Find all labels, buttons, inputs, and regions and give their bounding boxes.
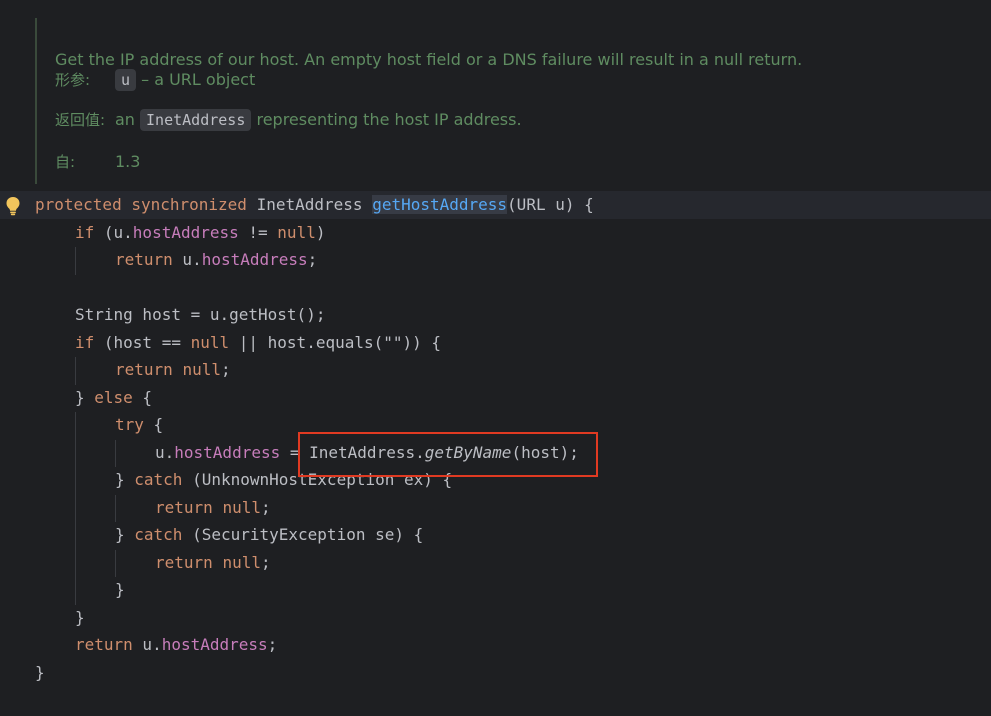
keyword: if xyxy=(75,223,95,242)
code-line-7[interactable]: } else { xyxy=(75,384,152,411)
code-text: (SecurityException se) { xyxy=(182,525,424,544)
code-text: ; xyxy=(267,635,278,654)
keyword: null xyxy=(222,498,261,517)
javadoc-return-label: 返回值: xyxy=(55,111,106,129)
code-text: (URL u) { xyxy=(507,195,594,214)
javadoc-param-row: 形参: u – a URL object xyxy=(55,69,255,91)
keyword: if xyxy=(75,333,95,352)
indent-guide xyxy=(115,495,116,522)
code-text: u. xyxy=(172,250,202,269)
field-name: hostAddress xyxy=(132,223,239,242)
code-text: u. xyxy=(132,635,162,654)
code-text: } xyxy=(75,388,95,407)
code-text: (UnknownHostException ex) { xyxy=(182,470,453,489)
javadoc-param-label: 形参: xyxy=(55,71,91,89)
keyword: return xyxy=(115,250,173,269)
javadoc-param-name: u xyxy=(115,69,137,91)
javadoc-return-prefix: an xyxy=(115,110,141,129)
code-text: } xyxy=(35,663,45,682)
code-editor[interactable]: Get the IP address of our host. An empty… xyxy=(0,0,991,716)
code-text: String host = u.getHost(); xyxy=(75,305,326,324)
code-line-9[interactable]: u.hostAddress = InetAddress.getByName(ho… xyxy=(155,439,579,466)
code-line-14[interactable]: } xyxy=(115,576,125,603)
code-line-5[interactable]: if (host == null || host.equals("")) { xyxy=(75,329,441,356)
javadoc-since-label: 自: xyxy=(55,153,76,171)
return-type: InetAddress xyxy=(256,195,363,214)
javadoc-description: Get the IP address of our host. An empty… xyxy=(55,50,803,69)
code-text: ; xyxy=(220,360,231,379)
javadoc-return-type: InetAddress xyxy=(140,109,252,131)
keyword: null xyxy=(222,553,261,572)
indent-guide xyxy=(75,357,76,385)
code-line-11[interactable]: return null; xyxy=(155,494,271,521)
method-name[interactable]: getHostAddress xyxy=(372,195,508,214)
code-text: u. xyxy=(155,443,175,462)
code-text: ; xyxy=(307,250,318,269)
keyword: return xyxy=(155,498,213,517)
code-line-3[interactable]: return u.hostAddress; xyxy=(115,246,317,273)
indent-guide xyxy=(75,412,76,605)
keyword: catch xyxy=(134,525,183,544)
javadoc-block: Get the IP address of our host. An empty… xyxy=(35,18,991,184)
javadoc-param-desc: – a URL object xyxy=(136,70,256,89)
keyword: try xyxy=(115,415,144,434)
keyword: return xyxy=(115,360,173,379)
code-line-4[interactable]: String host = u.getHost(); xyxy=(75,301,325,328)
code-text: (host == xyxy=(94,333,191,352)
keyword: synchronized xyxy=(131,195,247,214)
code-text: || host.equals("")) { xyxy=(229,333,442,352)
javadoc-since-value: 1.3 xyxy=(115,152,141,171)
code-text: } xyxy=(75,608,85,627)
code-line-17[interactable]: } xyxy=(35,659,45,686)
field-name: hostAddress xyxy=(174,443,281,462)
field-name: hostAddress xyxy=(201,250,308,269)
code-line-2[interactable]: if (u.hostAddress != null) xyxy=(75,219,325,246)
code-line-16[interactable]: return u.hostAddress; xyxy=(75,631,277,658)
code-text: = InetAddress. xyxy=(280,443,425,462)
keyword: catch xyxy=(134,470,183,489)
keyword: null xyxy=(190,333,230,352)
keyword: return xyxy=(75,635,133,654)
code-text: { xyxy=(143,415,164,434)
code-line-6[interactable]: return null; xyxy=(115,356,231,383)
lightbulb-icon[interactable] xyxy=(5,196,21,216)
keyword: else xyxy=(94,388,133,407)
code-line-12[interactable]: } catch (SecurityException se) { xyxy=(115,521,423,548)
keyword: null xyxy=(182,360,221,379)
code-text: } xyxy=(115,470,135,489)
code-line-1[interactable]: protected synchronized InetAddress getHo… xyxy=(35,191,594,218)
code-text: { xyxy=(132,388,153,407)
indent-guide xyxy=(115,550,116,577)
javadoc-return-desc: representing the host IP address. xyxy=(251,110,522,129)
code-line-15[interactable]: } xyxy=(75,604,85,631)
field-name: hostAddress xyxy=(161,635,268,654)
code-text: } xyxy=(115,580,125,599)
code-text: ; xyxy=(260,553,271,572)
javadoc-since-row: 自: 1.3 xyxy=(55,151,140,173)
keyword: return xyxy=(155,553,213,572)
code-text: (u. xyxy=(94,223,133,242)
indent-guide xyxy=(75,247,76,275)
code-line-10[interactable]: } catch (UnknownHostException ex) { xyxy=(115,466,452,493)
code-text: } xyxy=(115,525,135,544)
code-text: != xyxy=(238,223,278,242)
static-method-name: getByName xyxy=(424,443,512,462)
code-text: ; xyxy=(260,498,271,517)
code-line-13[interactable]: return null; xyxy=(155,549,271,576)
code-line-8[interactable]: try { xyxy=(115,411,163,438)
keyword: protected xyxy=(35,195,122,214)
javadoc-return-row: 返回值: an InetAddress representing the host… xyxy=(55,109,522,131)
keyword: null xyxy=(277,223,316,242)
code-text: ) xyxy=(315,223,326,242)
indent-guide xyxy=(115,440,116,467)
code-text: (host); xyxy=(511,443,579,462)
